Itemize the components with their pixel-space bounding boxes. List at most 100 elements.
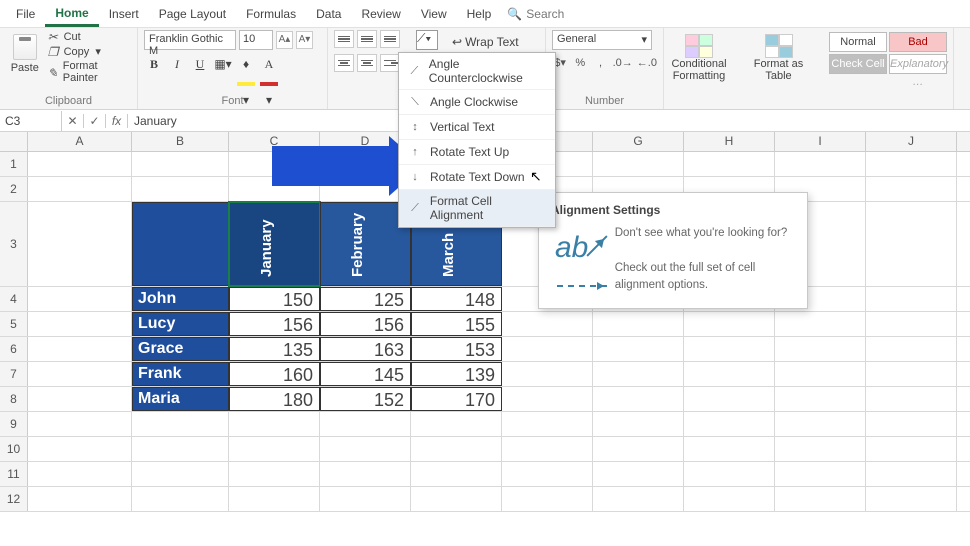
menu-angle-ccw[interactable]: ⟋Angle Counterclockwise [399, 53, 555, 90]
cell-B2[interactable] [132, 177, 229, 201]
cell-D11[interactable] [320, 462, 411, 486]
decrease-font-button[interactable]: A▾ [296, 31, 313, 49]
cell-B12[interactable] [132, 487, 229, 511]
tab-page-layout[interactable]: Page Layout [149, 2, 236, 25]
cell-A2[interactable] [28, 177, 132, 201]
cell-A11[interactable] [28, 462, 132, 486]
cell-H12[interactable] [684, 487, 775, 511]
increase-font-button[interactable]: A▴ [276, 31, 293, 49]
orientation-button[interactable]: ⟋▾ [416, 30, 438, 50]
row-header-7[interactable]: 7 [0, 362, 28, 386]
cell-E12[interactable] [411, 487, 502, 511]
cell-D6[interactable]: 163 [320, 337, 411, 361]
row-header-4[interactable]: 4 [0, 287, 28, 311]
cell-F6[interactable] [502, 337, 593, 361]
cell-C5[interactable]: 156 [229, 312, 320, 336]
conditional-formatting-button[interactable]: Conditional Formatting [670, 32, 728, 107]
cell-H10[interactable] [684, 437, 775, 461]
cell-F8[interactable] [502, 387, 593, 411]
cell-E11[interactable] [411, 462, 502, 486]
cell-C3[interactable]: January [229, 202, 320, 286]
row-header-9[interactable]: 9 [0, 412, 28, 436]
cell-F11[interactable] [502, 462, 593, 486]
cell-A4[interactable] [28, 287, 132, 311]
row-header-1[interactable]: 1 [0, 152, 28, 176]
cell-I7[interactable] [775, 362, 866, 386]
font-color-button[interactable]: A▾ [259, 54, 279, 74]
cell-D12[interactable] [320, 487, 411, 511]
cell-D4[interactable]: 125 [320, 287, 411, 311]
cut-button[interactable]: Cut [48, 30, 131, 43]
increase-decimal-button[interactable]: .0→ [613, 54, 633, 74]
cell-J3[interactable] [866, 202, 957, 286]
cell-D5[interactable]: 156 [320, 312, 411, 336]
font-size-combo[interactable]: 10 [239, 30, 273, 50]
number-format-combo[interactable]: General▾ [552, 30, 652, 50]
cell-J2[interactable] [866, 177, 957, 201]
row-header-3[interactable]: 3 [0, 202, 28, 286]
wrap-text-button[interactable]: ↩Wrap Text [452, 33, 519, 50]
cell-F10[interactable] [502, 437, 593, 461]
cell-B9[interactable] [132, 412, 229, 436]
cell-A10[interactable] [28, 437, 132, 461]
cell-H5[interactable] [684, 312, 775, 336]
align-left-button[interactable] [334, 54, 354, 72]
cell-J10[interactable] [866, 437, 957, 461]
confirm-button[interactable]: ✓ [84, 114, 106, 128]
cell-I1[interactable] [775, 152, 866, 176]
tab-file[interactable]: File [6, 2, 45, 25]
cell-B10[interactable] [132, 437, 229, 461]
cell-C8[interactable]: 180 [229, 387, 320, 411]
cell-E4[interactable]: 148 [411, 287, 502, 311]
cell-G1[interactable] [593, 152, 684, 176]
cell-G12[interactable] [593, 487, 684, 511]
cell-E5[interactable]: 155 [411, 312, 502, 336]
cell-C9[interactable] [229, 412, 320, 436]
cell-I5[interactable] [775, 312, 866, 336]
row-header-12[interactable]: 12 [0, 487, 28, 511]
cell-G8[interactable] [593, 387, 684, 411]
cell-D9[interactable] [320, 412, 411, 436]
cellstyle-bad[interactable]: Bad [889, 32, 947, 52]
cell-C4[interactable]: 150 [229, 287, 320, 311]
align-center-button[interactable] [357, 54, 377, 72]
bold-button[interactable]: B [144, 54, 164, 74]
select-all-corner[interactable] [0, 132, 28, 151]
cell-J12[interactable] [866, 487, 957, 511]
cell-A7[interactable] [28, 362, 132, 386]
cell-F5[interactable] [502, 312, 593, 336]
cell-I12[interactable] [775, 487, 866, 511]
copy-button[interactable]: Copy ▾ [48, 45, 131, 58]
cell-B7[interactable]: Frank [132, 362, 229, 386]
align-right-button[interactable] [380, 54, 400, 72]
name-box[interactable]: C3 [0, 111, 62, 131]
cell-I10[interactable] [775, 437, 866, 461]
row-header-2[interactable]: 2 [0, 177, 28, 201]
tab-formulas[interactable]: Formulas [236, 2, 306, 25]
cell-H8[interactable] [684, 387, 775, 411]
cell-G10[interactable] [593, 437, 684, 461]
cell-B3[interactable] [132, 202, 229, 286]
italic-button[interactable]: I [167, 54, 187, 74]
tab-data[interactable]: Data [306, 2, 351, 25]
cell-I8[interactable] [775, 387, 866, 411]
col-header-H[interactable]: H [684, 132, 775, 151]
cell-I6[interactable] [775, 337, 866, 361]
font-name-combo[interactable]: Franklin Gothic M [144, 30, 236, 50]
cell-F12[interactable] [502, 487, 593, 511]
tab-review[interactable]: Review [351, 2, 410, 25]
border-button[interactable]: ▦▾ [213, 54, 233, 74]
align-top-button[interactable] [334, 30, 354, 48]
row-header-5[interactable]: 5 [0, 312, 28, 336]
cell-C10[interactable] [229, 437, 320, 461]
cell-A12[interactable] [28, 487, 132, 511]
tab-help[interactable]: Help [457, 2, 502, 25]
cell-E7[interactable]: 139 [411, 362, 502, 386]
cell-J11[interactable] [866, 462, 957, 486]
format-as-table-button[interactable]: Format as Table [750, 32, 808, 107]
cellstyle-explanatory[interactable]: Explanatory … [889, 54, 947, 74]
fill-color-button[interactable]: ♦▾ [236, 54, 256, 74]
menu-vertical-text[interactable]: ↕Vertical Text [399, 115, 555, 140]
row-header-10[interactable]: 10 [0, 437, 28, 461]
cell-E9[interactable] [411, 412, 502, 436]
